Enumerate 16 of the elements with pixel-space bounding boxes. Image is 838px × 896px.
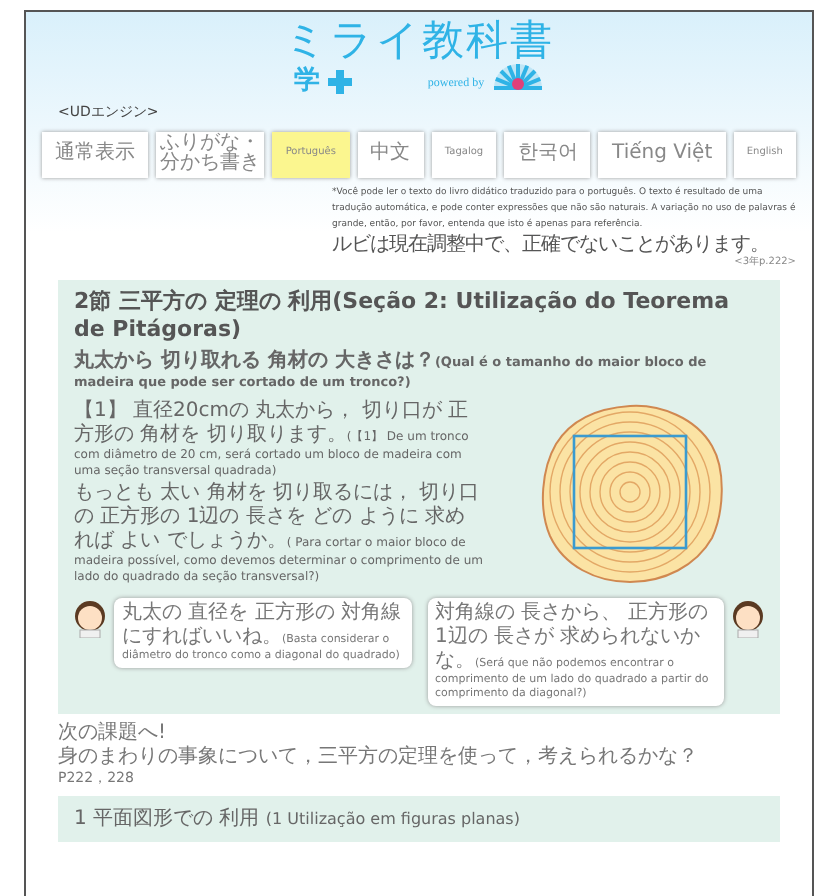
next-task-text: 身のまわりの事象について，三平方の定理を使って，考えられるかな？ bbox=[58, 746, 700, 771]
fan-logo-icon bbox=[492, 62, 545, 94]
logo-title: ミライ教科書 bbox=[284, 20, 554, 62]
section-title: 2節 三平方の 定理の 利用(Seção 2: Utilização do Teorema de Pitágoras) bbox=[74, 287, 732, 343]
avatar-icon bbox=[74, 597, 106, 638]
section-title: 1 平面図形での 利用 (1 Utilização em figuras planas) bbox=[74, 805, 522, 834]
language-tab[interactable]: 한국어 bbox=[504, 131, 591, 177]
language-tab[interactable]: 中文 bbox=[357, 131, 424, 177]
next-task-heading: 次の課題へ! bbox=[58, 722, 169, 746]
language-tab[interactable]: ふりがな・分かち書き bbox=[156, 131, 265, 177]
language-tab[interactable]: Tiếng Việt bbox=[598, 131, 726, 177]
language-tab[interactable]: 通常表示 bbox=[42, 131, 149, 177]
avatar-icon bbox=[732, 597, 764, 638]
plus-icon bbox=[327, 70, 352, 94]
notice-text: ルビは現在調整中で、正確でないことがあります。 bbox=[332, 233, 771, 256]
logo-subtitle: 学 bbox=[293, 68, 320, 94]
